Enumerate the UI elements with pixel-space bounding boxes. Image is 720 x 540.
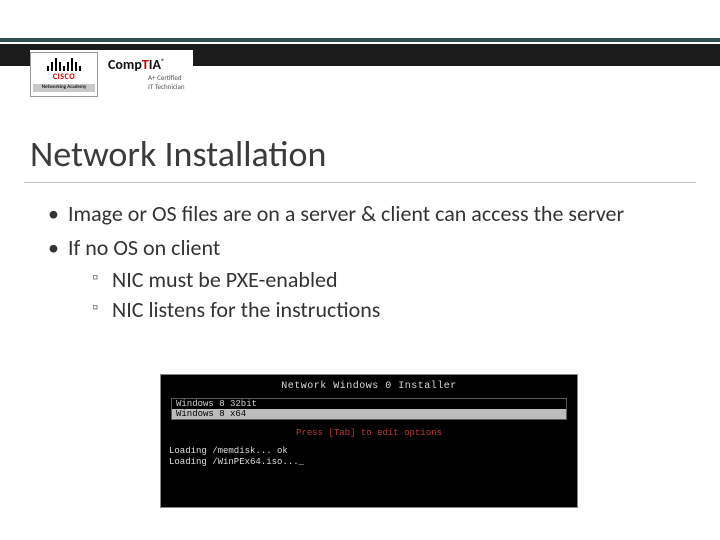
bullet-2a-text: NIC must be PXE-enabled: [112, 266, 338, 293]
bullet-1-text: Image or OS files are on a server & clie…: [68, 200, 624, 227]
terminal-menu: Windows 8 32bit Windows 8 x64: [171, 398, 567, 420]
pxe-terminal: Network Windows 0 Installer Windows 8 32…: [160, 374, 578, 508]
bullet-2b-text: NIC listens for the instructions: [112, 296, 380, 323]
registered-icon: ®: [161, 56, 165, 65]
title-rule: [24, 182, 696, 183]
cisco-logo: CISCO Networking Academy: [30, 52, 98, 97]
comptia-brand: CompTIA®: [108, 56, 165, 73]
bullet-1: Image or OS files are on a server & clie…: [48, 200, 680, 228]
comptia-logo: CompTIA® A+ Certified IT Technician: [108, 52, 185, 90]
comptia-post: IA: [149, 56, 161, 73]
band-white: [0, 0, 720, 38]
terminal-header: Network Windows 0 Installer: [169, 381, 569, 392]
comptia-red: T: [142, 56, 149, 73]
terminal-option-1: Windows 8 32bit: [172, 399, 566, 409]
logo-cluster: CISCO Networking Academy CompTIA® A+ Cer…: [30, 50, 193, 103]
cisco-bars-icon: [33, 55, 95, 71]
terminal-log: Loading /memdisk... ok Loading /WinPEx64…: [169, 446, 569, 469]
cisco-name: CISCO: [33, 72, 95, 82]
terminal-option-2-selected: Windows 8 x64: [172, 409, 566, 419]
terminal-hint: Press [Tab] to edit options: [169, 428, 569, 438]
bullet-2: If no OS on client NIC must be PXE-enabl…: [48, 234, 680, 324]
comptia-tag2: IT Technician: [148, 83, 185, 91]
cisco-subline: Networking Academy: [33, 84, 95, 92]
bullet-2a: NIC must be PXE-enabled: [92, 266, 680, 294]
slide-title: Network Installation: [30, 132, 326, 176]
slide-body: Image or OS files are on a server & clie…: [48, 200, 680, 331]
header-bands: [0, 0, 720, 46]
comptia-pre: Comp: [108, 56, 142, 73]
comptia-tag1: A+ Certified: [148, 74, 185, 82]
bullet-2-text: If no OS on client: [68, 234, 220, 261]
bullet-2b: NIC listens for the instructions: [92, 296, 680, 324]
